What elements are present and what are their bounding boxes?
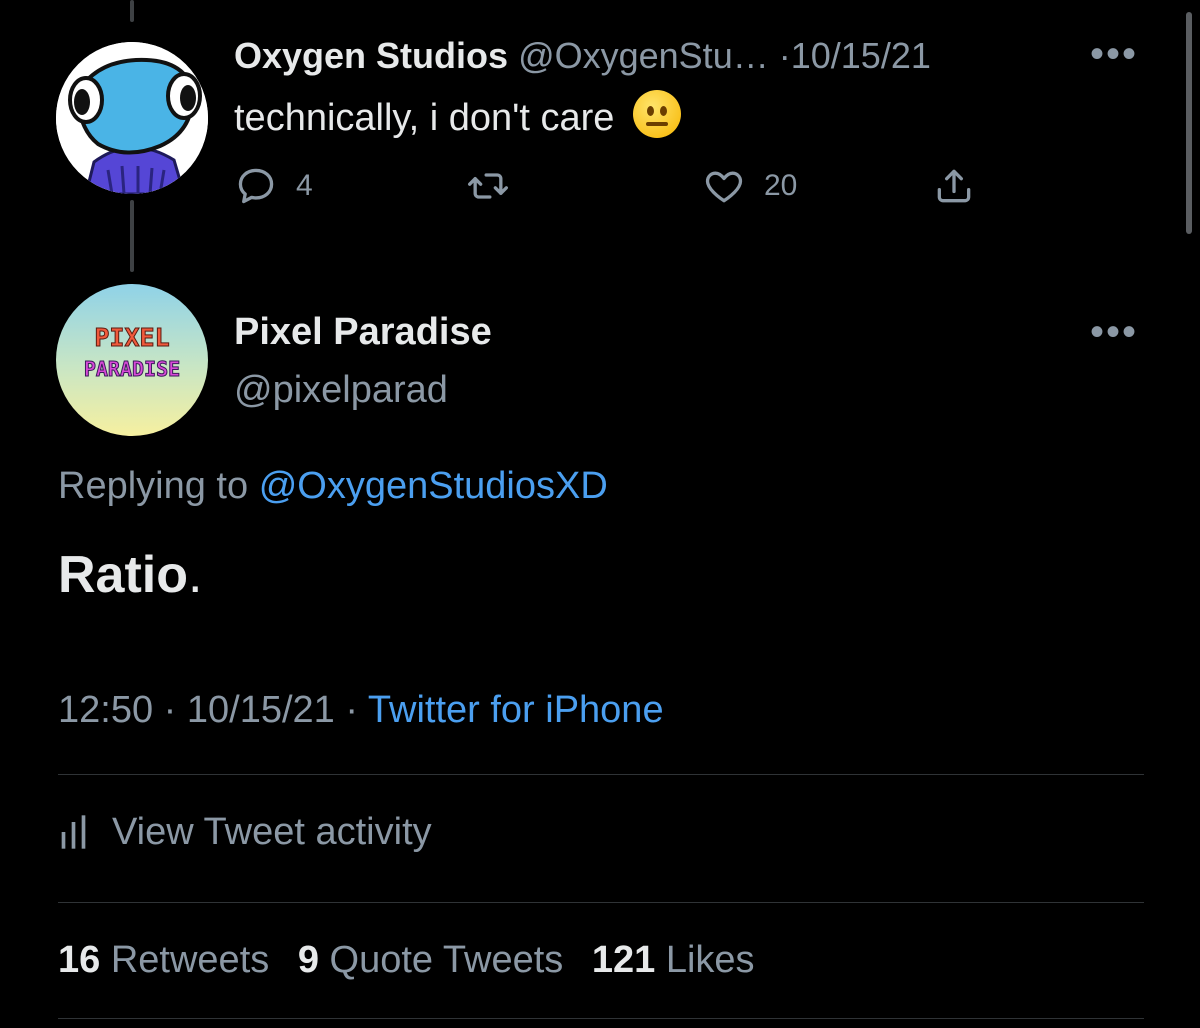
divider [58,1018,1144,1019]
thread-line-connector [130,200,134,272]
reply-icon [238,168,274,204]
view-tweet-activity-button[interactable]: View Tweet activity [58,806,432,858]
main-more-button[interactable]: ••• [1090,312,1138,352]
tweet-meta: 12:50 · 10/15/21 · Twitter for iPhone [58,684,664,736]
replying-prefix: Replying to [58,465,249,507]
tweet-time: 12:50 [58,689,154,731]
retweets-label: Retweets [110,939,270,981]
quote-tweets-stat[interactable]: 9 Quote Tweets [298,939,563,981]
tweet-source-link[interactable]: Twitter for iPhone [368,689,664,731]
parent-date[interactable]: 10/15/21 [791,35,931,76]
parent-author-handle[interactable]: @OxygenStu… [518,35,769,76]
reply-button[interactable]: 4 [234,164,313,208]
meta-separator: · [163,689,177,731]
tweet-stats: 16 Retweets 9 Quote Tweets 121 Likes [58,934,773,986]
heart-icon [705,171,743,203]
oxygen-avatar-image [56,42,208,194]
header-separator: · [778,35,791,76]
avatar-pixel-paradise[interactable]: PIXEL PARADISE [56,284,208,436]
analytics-icon [61,815,86,849]
quote-tweets-count: 9 [297,939,319,981]
divider [58,774,1144,775]
pixel-logo-line2: PARADISE [84,357,180,381]
divider [58,902,1144,903]
avatar-oxygen-studios[interactable] [56,42,208,194]
parent-text-content: technically, i don't care [234,97,615,139]
neutral-face-emoji-icon [632,90,681,138]
share-icon [937,169,971,203]
quote-tweets-label: Quote Tweets [329,939,564,981]
retweet-icon [468,173,508,199]
replying-to-link[interactable]: @OxygenStudiosXD [259,465,608,507]
tweet-date: 10/15/21 [186,689,335,731]
share-button[interactable] [932,164,976,208]
likes-count: 121 [591,939,656,981]
view-tweet-activity-label: View Tweet activity [112,811,432,853]
main-text-content: Ratio [58,546,188,604]
retweet-button[interactable] [466,164,528,208]
likes-label: Likes [665,939,755,981]
likes-stat[interactable]: 121 Likes [592,939,755,981]
parent-action-bar: 4 20 [234,164,994,214]
like-button[interactable]: 20 [702,164,797,208]
thread-line-top [130,0,134,22]
main-author-handle[interactable]: @pixelparad [234,364,448,416]
pixel-logo-line1: PIXEL [94,323,169,352]
pixel-paradise-avatar-image: PIXEL PARADISE [56,284,208,436]
like-count: 20 [764,169,798,202]
parent-more-button[interactable]: ••• [1090,34,1138,74]
parent-tweet-text: technically, i don't care [234,90,681,143]
retweets-count: 16 [58,939,101,981]
reply-count: 4 [296,169,313,202]
scrollbar[interactable] [1186,12,1192,234]
replying-to: Replying to @OxygenStudiosXD [58,460,608,512]
retweets-stat[interactable]: 16 Retweets [58,939,269,981]
main-author-name[interactable]: Pixel Paradise [234,306,492,358]
main-text-punct: . [188,546,203,604]
main-tweet-text: Ratio. [58,542,202,608]
parent-tweet-header: Oxygen Studios @OxygenStu… ·10/15/21 [234,30,931,82]
meta-separator: · [345,689,359,731]
parent-author-name[interactable]: Oxygen Studios [234,35,508,76]
